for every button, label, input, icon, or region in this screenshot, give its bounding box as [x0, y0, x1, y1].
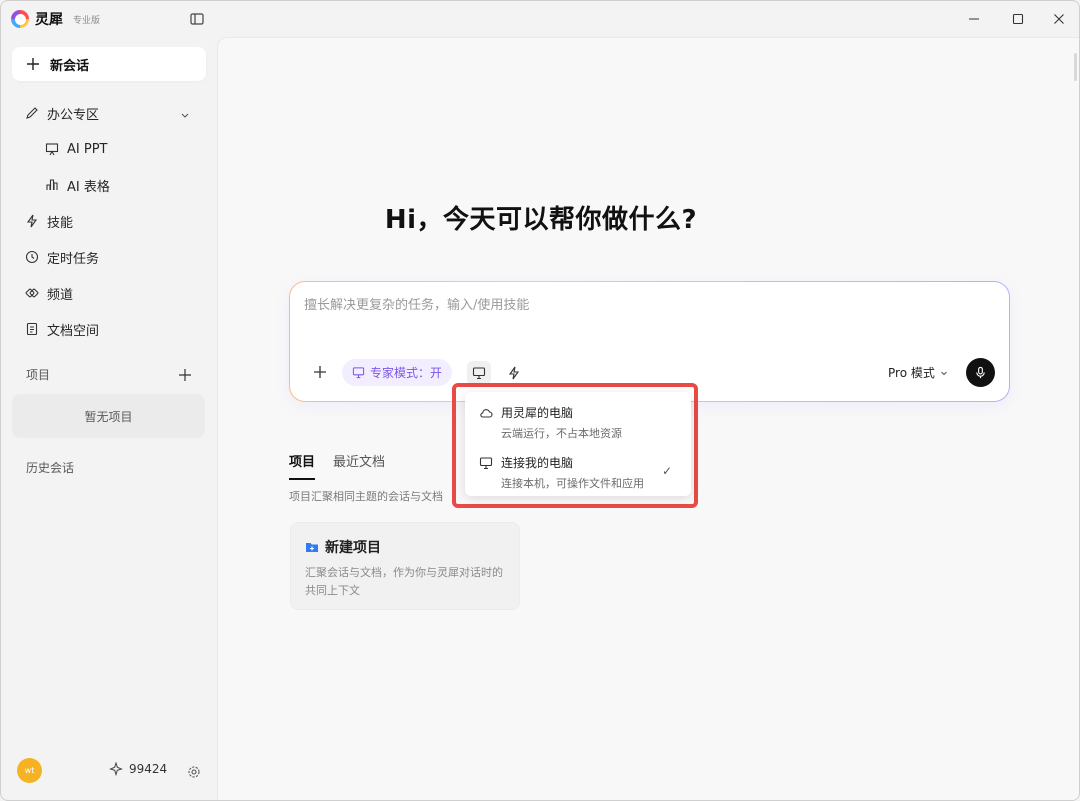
dropdown-option-local[interactable]: 连接我的电脑 连接本机，可操作文件和应用 [479, 454, 683, 491]
sidebar-item-ai-table[interactable]: AI 表格 [45, 174, 110, 196]
app-name: 灵犀 [35, 12, 63, 28]
project-card-title-text: 新建项目 [325, 540, 381, 556]
sidebar-item-label: 文档空间 [47, 323, 100, 339]
sidebar-item-ai-ppt[interactable]: AI PPT [45, 138, 107, 160]
computer-select-button[interactable] [467, 361, 491, 385]
microphone-icon [976, 366, 985, 379]
tab-recent-docs[interactable]: 最近文档 [333, 451, 385, 480]
monitor-icon [479, 456, 493, 469]
sidebar-item-scheduled[interactable]: 定时任务 [25, 246, 99, 268]
computer-dropdown: 用灵犀的电脑 云端运行，不占本地资源 连接我的电脑 连接本机，可操作文件和应用 … [465, 392, 691, 496]
sidebar-item-channels[interactable]: 频道 [25, 282, 73, 304]
sidebar-item-docs[interactable]: 文档空间 [25, 318, 99, 340]
microphone-button[interactable] [966, 358, 995, 387]
add-attachment-icon[interactable] [312, 364, 328, 380]
new-chat-button[interactable]: 新会话 [12, 47, 206, 81]
app-logo-icon [11, 10, 29, 28]
skills-button[interactable] [502, 361, 526, 385]
scrollbar[interactable] [1074, 53, 1077, 81]
chat-input[interactable] [304, 298, 984, 313]
edition-badge: 专业版 [73, 15, 101, 26]
project-card-title: 新建项目 [305, 537, 381, 557]
document-icon [25, 322, 39, 336]
tab-projects[interactable]: 项目 [289, 451, 316, 480]
expert-mode-label: 专家模式：开 [370, 366, 443, 380]
plus-icon [27, 58, 39, 70]
new-chat-label: 新会话 [50, 58, 90, 74]
monitor-icon [472, 367, 486, 380]
tab-description: 项目汇聚相同主题的会话与文档 [289, 490, 443, 503]
add-project-icon[interactable] [178, 367, 192, 381]
dropdown-option-title: 用灵犀的电脑 [501, 406, 574, 420]
sidebar-item-label: AI PPT [67, 141, 108, 157]
project-card-description: 汇聚会话与文档，作为你与灵犀对话时的共同上下文 [305, 566, 503, 597]
sidebar-item-label: 定时任务 [47, 251, 100, 267]
cloud-icon [480, 408, 493, 418]
dropdown-option-subtitle: 云端运行，不占本地资源 [501, 427, 622, 440]
app-window: 灵犀 专业版 新会话 办公专区 AI PPT AI 表格 技能 定时任务 频道 … [0, 0, 1080, 801]
new-project-card[interactable]: 新建项目 汇聚会话与文档，作为你与灵犀对话时的共同上下文 [290, 522, 520, 610]
gear-icon[interactable] [187, 764, 201, 778]
clock-icon [25, 250, 39, 264]
content-tabs: 项目 最近文档 [289, 451, 385, 480]
sparkle-icon [109, 762, 123, 776]
pro-mode-select[interactable]: Pro 模式 [888, 364, 949, 381]
dropdown-option-subtitle: 连接本机，可操作文件和应用 [501, 477, 644, 490]
pro-mode-label: Pro 模式 [888, 366, 935, 380]
close-icon[interactable] [1051, 11, 1067, 27]
monitor-icon [352, 367, 365, 379]
history-section-label: 历史会话 [26, 461, 75, 475]
dropdown-option-cloud[interactable]: 用灵犀的电脑 云端运行，不占本地资源 [479, 404, 683, 441]
avatar[interactable]: wt [17, 758, 42, 783]
sidebar-item-label: AI 表格 [67, 179, 110, 195]
bar-chart-icon [45, 178, 59, 192]
checkmark-icon: ✓ [662, 464, 673, 478]
minimize-icon[interactable] [966, 11, 982, 27]
folder-add-icon [306, 543, 318, 552]
sidebar-toggle-icon[interactable] [189, 11, 205, 27]
sidebar-item-label: 办公专区 [47, 107, 100, 123]
dropdown-option-title: 连接我的电脑 [501, 456, 574, 470]
brand: 灵犀 专业版 [11, 9, 100, 29]
chevron-down-icon [941, 371, 947, 375]
projects-section-label: 项目 [26, 368, 51, 382]
pencil-icon [25, 106, 39, 120]
credits-display[interactable]: 99424 [109, 762, 167, 776]
lightning-icon [508, 366, 520, 380]
greeting-title: Hi，今天可以帮你做什么? [384, 205, 698, 235]
empty-projects-placeholder: 暂无项目 [12, 394, 205, 438]
maximize-icon[interactable] [1010, 11, 1026, 27]
sidebar-item-office[interactable]: 办公专区 [25, 102, 99, 124]
channel-icon [25, 286, 39, 300]
sidebar-item-label: 频道 [47, 287, 74, 303]
chevron-down-icon[interactable] [179, 106, 191, 118]
presentation-icon [45, 142, 59, 156]
expert-mode-toggle[interactable]: 专家模式：开 [342, 359, 453, 386]
credits-value: 99424 [129, 762, 168, 776]
sidebar: 灵犀 专业版 新会话 办公专区 AI PPT AI 表格 技能 定时任务 频道 … [1, 1, 217, 800]
